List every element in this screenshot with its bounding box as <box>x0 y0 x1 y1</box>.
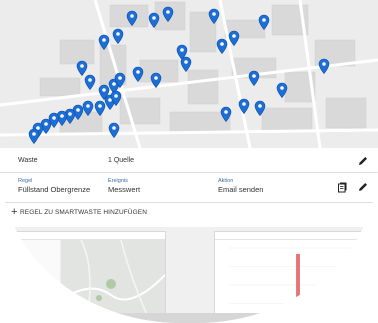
chart-widget[interactable] <box>214 231 366 323</box>
map-pin-icon[interactable] <box>150 72 162 88</box>
rule-row[interactable]: Regel Füllstand Obergrenze Ereignis Mess… <box>0 172 378 203</box>
fill-level-bar <box>19 286 37 289</box>
map-view[interactable] <box>0 0 378 148</box>
pencil-icon[interactable] <box>357 181 369 193</box>
map-pin-icon[interactable] <box>126 10 138 26</box>
add-rule-button[interactable]: + REGEL ZU SMARTWASTE HINZUFÜGEN <box>0 203 378 225</box>
map-pin-icon[interactable] <box>238 98 250 114</box>
waste-label: Waste <box>18 157 38 164</box>
regel-value: Füllstand Obergrenze <box>18 185 91 194</box>
regel-header: Regel <box>18 178 33 184</box>
map-pin-icon[interactable] <box>228 30 240 46</box>
waste-row[interactable]: Waste 1 Quelle <box>0 148 378 173</box>
fill-level-bar <box>19 278 29 281</box>
map-pin-icon[interactable] <box>98 34 110 50</box>
map-pin-icon[interactable] <box>248 70 260 86</box>
aktion-value: Email senden <box>218 185 264 194</box>
dashboard-preview <box>0 227 378 323</box>
source-count: 1 Quelle <box>108 157 135 164</box>
rules-panel: Waste 1 Quelle Regel Füllstand Obergrenz… <box>0 148 378 233</box>
map-widget[interactable] <box>14 231 166 323</box>
map-pin-icon[interactable] <box>110 90 122 106</box>
chart-bars <box>278 253 342 322</box>
map-pin-icon[interactable] <box>94 100 106 116</box>
map-pin-icon[interactable] <box>318 58 330 74</box>
aktion-header: Aktion <box>218 178 234 184</box>
chart-widget-header <box>215 232 365 240</box>
bottom-strip <box>0 313 378 323</box>
map-pin-icon[interactable] <box>220 106 232 122</box>
pencil-icon[interactable] <box>357 155 369 167</box>
map-pin-icon[interactable] <box>114 72 126 88</box>
map-pin-icon[interactable] <box>276 82 288 98</box>
copy-icon[interactable] <box>337 181 349 193</box>
map-pin-icon[interactable] <box>216 38 228 54</box>
map-pin-icon[interactable] <box>208 8 220 24</box>
mini-map <box>60 239 165 323</box>
lens-frame: Waste 1 Quelle Regel Füllstand Obergrenz… <box>0 0 378 323</box>
plus-icon: + <box>11 206 18 218</box>
map-pin-icon[interactable] <box>112 28 124 44</box>
chart-grid <box>229 247 361 323</box>
map-widget-header <box>15 232 165 240</box>
map-pin-icon[interactable] <box>254 100 266 116</box>
map-widget-sidebar <box>15 240 61 323</box>
map-pin-icon[interactable] <box>148 12 160 28</box>
add-rule-label: REGEL ZU SMARTWASTE HINZUFÜGEN <box>20 209 147 216</box>
map-pin-icon[interactable] <box>180 56 192 72</box>
map-pin-icon[interactable] <box>258 14 270 30</box>
bar-chart <box>229 247 361 323</box>
map-pin-icon[interactable] <box>28 128 40 144</box>
map-pin-icon[interactable] <box>162 6 174 22</box>
mini-map-tiles <box>60 239 165 323</box>
ereignis-value: Messwert <box>108 185 141 194</box>
map-pin-icon[interactable] <box>132 66 144 82</box>
map-pin-icon[interactable] <box>84 74 96 90</box>
fill-level-bar <box>19 270 33 273</box>
chart-bar <box>296 253 300 322</box>
ereignis-header: Ereignis <box>108 178 128 184</box>
map-pin-icon[interactable] <box>108 122 120 138</box>
